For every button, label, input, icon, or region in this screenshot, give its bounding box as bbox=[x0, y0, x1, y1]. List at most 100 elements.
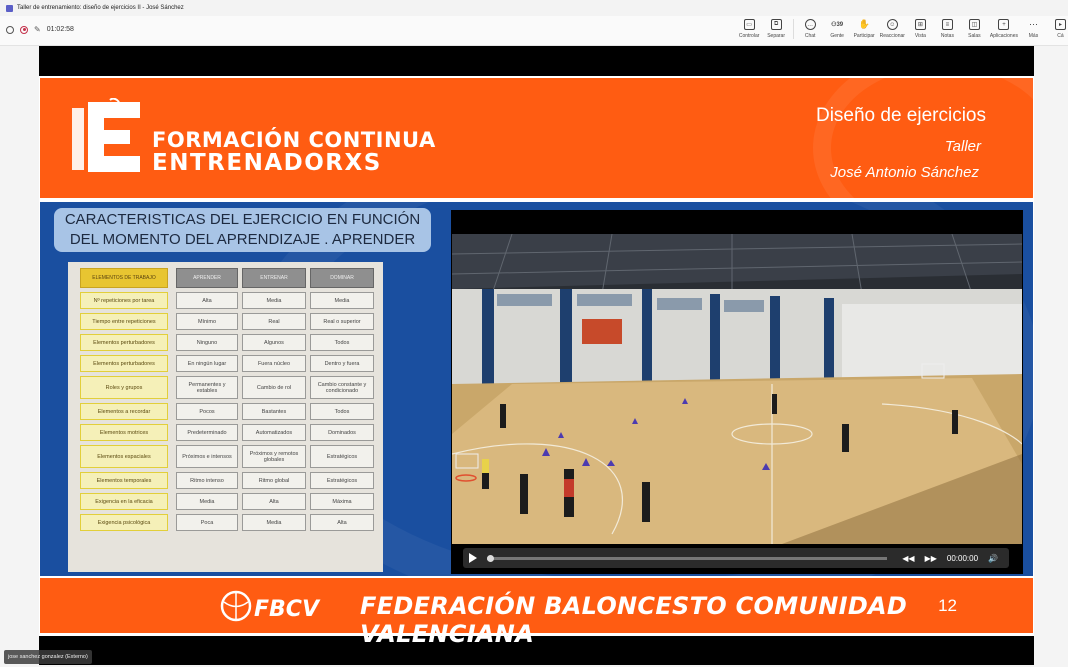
table-cell: Todos bbox=[310, 403, 374, 420]
table-row-label: Elementos temporales bbox=[80, 472, 168, 489]
control-button[interactable]: ▭ Controlar bbox=[736, 19, 763, 39]
raise-hand-icon: ✋ bbox=[858, 19, 870, 29]
training-table-photo: ELEMENTOS DE TRABAJO APRENDER ENTRENAR DOMI… bbox=[68, 262, 383, 572]
video-controls: ◀◀ ▶▶ 00:00:00 🔊 bbox=[463, 548, 1009, 568]
window-title: Taller de entrenamiento: diseño de ejerc… bbox=[17, 5, 184, 11]
table-cell: Máxima bbox=[310, 493, 374, 510]
view-button[interactable]: ⊞ Vista bbox=[907, 19, 934, 39]
table-cell: Ninguno bbox=[176, 334, 238, 351]
table-row-label: Elementos a recordar bbox=[80, 403, 168, 420]
table-cell: Cambio constante y condicionado bbox=[310, 376, 374, 399]
chat-icon: … bbox=[804, 19, 816, 30]
meeting-timer: 01:02:58 bbox=[46, 26, 74, 33]
notes-button[interactable]: ≡ Notas bbox=[934, 19, 961, 39]
camera-button[interactable]: ▸ Cá bbox=[1047, 19, 1068, 39]
slide-caption: CARACTERISTICAS DEL EJERCICIO EN FUNCIÓN… bbox=[54, 208, 431, 252]
toolbar-divider bbox=[792, 19, 794, 39]
table-cell: Dentro y fuera bbox=[310, 355, 374, 372]
table-cell: Dominados bbox=[310, 424, 374, 441]
popout-button[interactable]: ⧉ Separar bbox=[763, 19, 790, 39]
video-time: 00:00:00 bbox=[946, 553, 979, 563]
table-row-label: Elementos perturbadores bbox=[80, 334, 168, 351]
table-cell: Fuera núcleo bbox=[242, 355, 306, 372]
slide-banner: FORMACIÓN CONTINUA ENTRENADORXS Diseño d… bbox=[40, 78, 1033, 198]
table-header-cell: DOMINAR bbox=[310, 268, 374, 288]
chat-button[interactable]: … Chat bbox=[797, 19, 824, 39]
play-icon[interactable] bbox=[469, 553, 477, 563]
table-row-label: Nº repeticiones por tarea bbox=[80, 292, 168, 309]
more-button[interactable]: ⋯ Más bbox=[1020, 19, 1047, 39]
table-cell: Mínimo bbox=[176, 313, 238, 330]
more-icon: ⋯ bbox=[1029, 19, 1038, 29]
table-row-label: Exigencia en la eficacia bbox=[80, 493, 168, 510]
table-cell: Predeterminado bbox=[176, 424, 238, 441]
people-button[interactable]: ⚇ 39 Gente bbox=[824, 19, 851, 40]
video-player[interactable]: ◀◀ ▶▶ 00:00:00 🔊 bbox=[451, 210, 1023, 574]
grid-icon: ⊞ bbox=[914, 19, 926, 30]
link-icon: ✎ bbox=[34, 25, 41, 34]
smiley-icon: ☺ bbox=[886, 19, 898, 30]
logo-line-2: ENTRENADORXS bbox=[152, 150, 382, 176]
popout-icon: ⧉ bbox=[770, 19, 782, 30]
table-row-label: Tiempo entre repeticiones bbox=[80, 313, 168, 330]
rewind-icon[interactable]: ◀◀ bbox=[902, 554, 914, 563]
apps-button[interactable]: + Aplicaciones bbox=[988, 19, 1020, 39]
table-cell: Permanentes y estables bbox=[176, 376, 238, 399]
basketball-court-video-frame bbox=[452, 234, 1022, 544]
table-cell: Todos bbox=[310, 334, 374, 351]
presentation-slide: FORMACIÓN CONTINUA ENTRENADORXS Diseño d… bbox=[39, 76, 1034, 648]
table-row-label: Elementos perturbadores bbox=[80, 355, 168, 372]
react-button[interactable]: ☺ Reaccionar bbox=[878, 19, 907, 39]
table-cell: Bastantes bbox=[242, 403, 306, 420]
people-icon: ⚇ 39 bbox=[831, 21, 844, 29]
progress-knob[interactable] bbox=[487, 554, 494, 562]
fbcv-footer-logo-icon: FBCV bbox=[220, 590, 321, 622]
table-cell: Real bbox=[242, 313, 306, 330]
table-cell: Alta bbox=[242, 493, 306, 510]
shared-screen: FORMACIÓN CONTINUA ENTRENADORXS Diseño d… bbox=[39, 46, 1034, 665]
table-cell: Algunos bbox=[242, 334, 306, 351]
camera-icon: ▸ bbox=[1055, 19, 1066, 30]
table-cell: Ritmo global bbox=[242, 472, 306, 489]
table-cell: Ritmo intenso bbox=[176, 472, 238, 489]
table-cell: En ningún lugar bbox=[176, 355, 238, 372]
caption-line-2: DEL MOMENTO DEL APRENDIZAJE . APRENDER bbox=[69, 231, 416, 248]
table-cell: Poca bbox=[176, 514, 238, 531]
shield-icon bbox=[6, 25, 14, 34]
table-cell: Estratégicos bbox=[310, 445, 374, 468]
table-cell: Real o superior bbox=[310, 313, 374, 330]
rooms-icon: ◫ bbox=[968, 19, 980, 30]
toolbar-actions: ▭ Controlar ⧉ Separar … Chat ⚇ 39 Gente … bbox=[736, 19, 1068, 39]
footer-title: FEDERACIÓN BALONCESTO COMUNIDAD VALENCIA… bbox=[360, 592, 908, 648]
table-cell: Automatizados bbox=[242, 424, 306, 441]
table-row-label: Elementos motrices bbox=[80, 424, 168, 441]
footer-logo-text: FBCV bbox=[254, 597, 321, 622]
caption-line-1: CARACTERISTICAS DEL EJERCICIO EN FUNCIÓN bbox=[64, 211, 421, 228]
forward-icon[interactable]: ▶▶ bbox=[925, 554, 937, 563]
control-icon: ▭ bbox=[743, 19, 755, 30]
table-cell: Próximos e intensos bbox=[176, 445, 238, 468]
table-cell: Cambio de rol bbox=[242, 376, 306, 399]
presenter-name-tag: jose sanchez gonzalez (Externo) bbox=[4, 650, 92, 664]
logo-line-1: FORMACIÓN CONTINUA bbox=[152, 128, 436, 152]
table-cell: Alta bbox=[310, 514, 374, 531]
add-icon: + bbox=[998, 19, 1010, 30]
slide-title: Diseño de ejercicios bbox=[815, 105, 986, 126]
recording-icon bbox=[20, 25, 28, 34]
table-row-label: Exigencia psicológica bbox=[80, 514, 168, 531]
rooms-button[interactable]: ◫ Salas bbox=[961, 19, 988, 39]
table-cell: Alta bbox=[176, 292, 238, 309]
fbcv-logo-icon bbox=[72, 98, 140, 172]
notes-icon: ≡ bbox=[941, 19, 953, 30]
slide-footer: FBCV FEDERACIÓN BALONCESTO COMUNIDAD VAL… bbox=[40, 578, 1033, 648]
slide-subtitle: Taller bbox=[944, 138, 981, 155]
table-cell: Media bbox=[310, 292, 374, 309]
video-progress-bar[interactable] bbox=[487, 554, 888, 562]
table-header-cell: ENTRENAR bbox=[242, 268, 306, 288]
meeting-toolbar: ✎ 01:02:58 ▭ Controlar ⧉ Separar … Chat … bbox=[0, 16, 1068, 46]
raise-hand-button[interactable]: ✋ Participar bbox=[851, 19, 878, 39]
table-cell: Media bbox=[242, 292, 306, 309]
table-cell: Media bbox=[176, 493, 238, 510]
table-cell: Pocos bbox=[176, 403, 238, 420]
volume-icon[interactable]: 🔊 bbox=[988, 554, 998, 563]
